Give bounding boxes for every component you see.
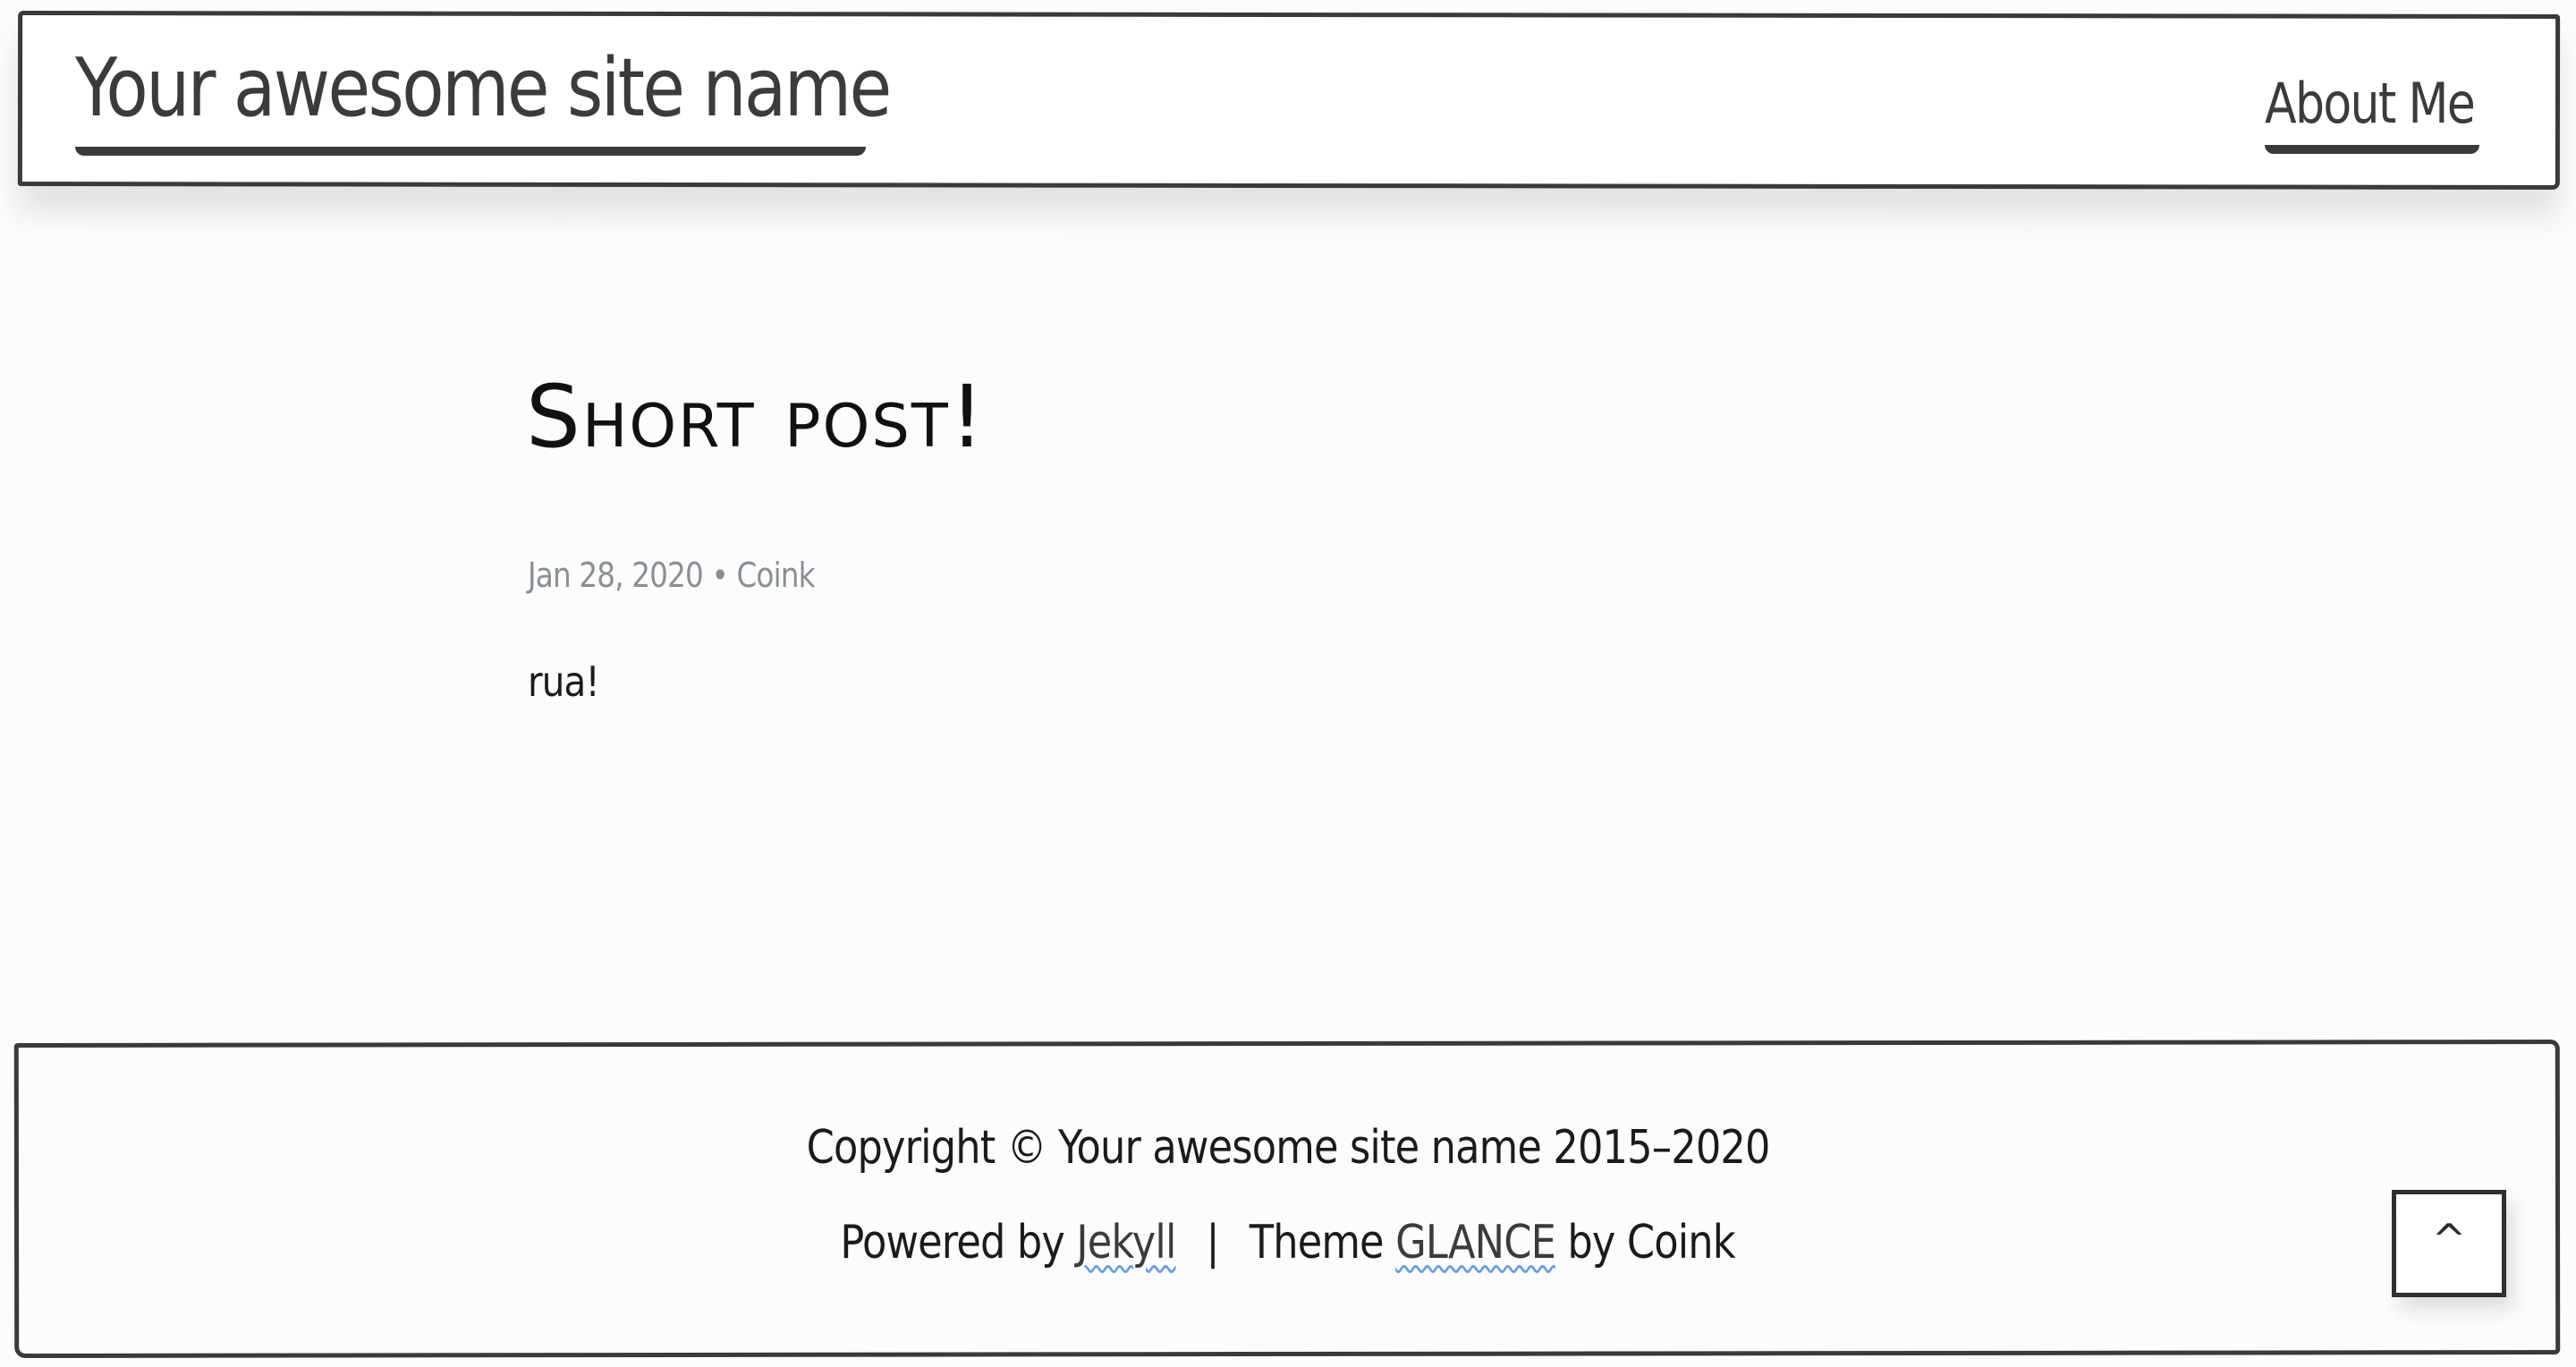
footer-theme-prefix: Theme	[1250, 1216, 1385, 1269]
jekyll-link[interactable]: Jekyll	[1077, 1216, 1177, 1269]
footer-credits-line: Powered by Jekyll | Theme GLANCE by Coin…	[840, 1213, 1736, 1272]
footer-separator: |	[1206, 1216, 1220, 1269]
footer-theme-suffix: by Coink	[1567, 1216, 1736, 1269]
site-title-underline	[75, 147, 866, 156]
nav-about-me-link[interactable]: About Me	[2265, 68, 2476, 140]
footer-powered-prefix: Powered by	[840, 1216, 1065, 1269]
site-title-link[interactable]: Your awesome site name	[75, 39, 892, 138]
glance-theme-link[interactable]: GLANCE	[1395, 1216, 1556, 1269]
post-date: Jan 28, 2020	[528, 556, 704, 595]
post-meta-separator: •	[711, 556, 729, 595]
post-author: Coink	[736, 556, 815, 595]
post-body: rua!	[528, 658, 600, 706]
caret-up-icon: ^	[2431, 1215, 2467, 1263]
nav-about-underline	[2265, 145, 2479, 154]
footer-copyright: Copyright © Your awesome site name 2015–…	[0, 1118, 2576, 1177]
post-meta: Jan 28, 2020 • Coink	[528, 553, 816, 598]
post-title: Short post!	[526, 367, 987, 467]
footer-copyright-text: Copyright © Your awesome site name 2015–…	[806, 1121, 1771, 1175]
back-to-top-button[interactable]: ^	[2392, 1190, 2506, 1297]
footer-credits: Powered by Jekyll | Theme GLANCE by Coin…	[0, 1213, 2576, 1272]
footer-frame	[13, 1040, 2561, 1358]
